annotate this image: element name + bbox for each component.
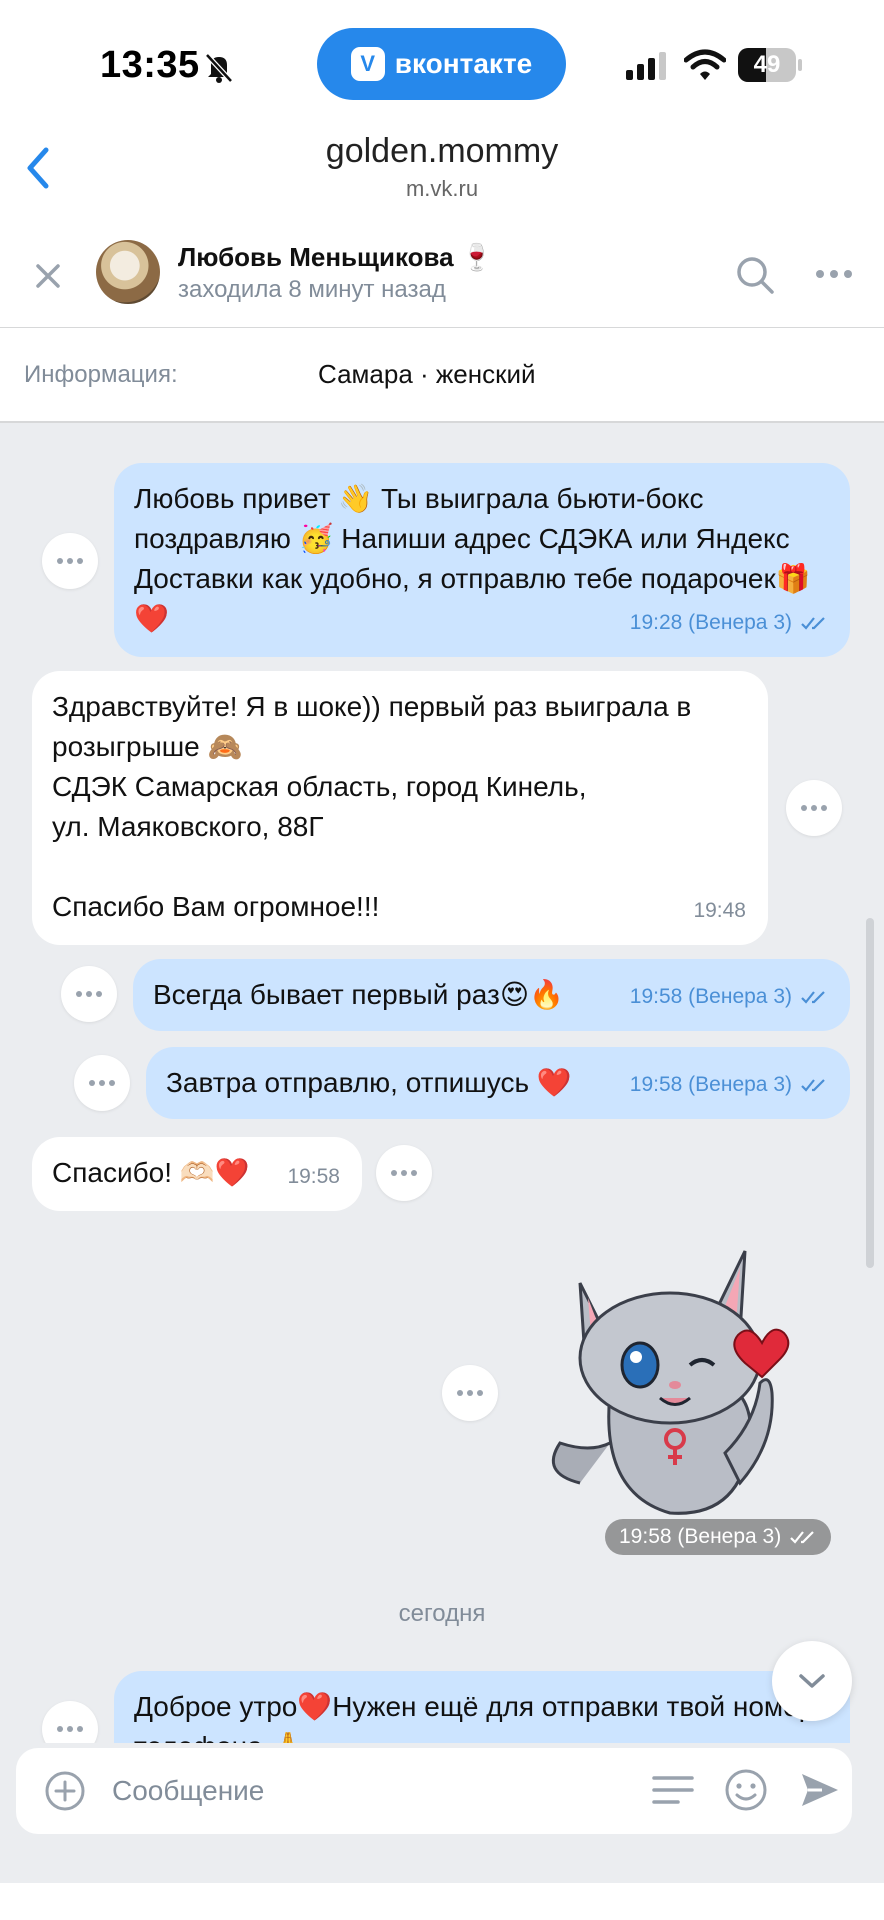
template-icon[interactable] xyxy=(652,1772,694,1808)
close-icon[interactable] xyxy=(30,258,66,294)
grey-cat-heart-sticker[interactable] xyxy=(540,1243,810,1533)
double-check-icon xyxy=(801,991,825,1004)
message-bubble-outgoing[interactable]: Всегда бывает первый раз😍🔥 19:58 (Венера… xyxy=(133,959,850,1031)
double-check-icon xyxy=(801,617,825,630)
sticker-meta: 19:58 (Венера 3) xyxy=(605,1519,832,1555)
date-divider: сегодня xyxy=(398,1600,486,1627)
message-meta: 19:58 (Венера 3) xyxy=(630,977,828,1017)
message-actions-button[interactable] xyxy=(442,1365,498,1421)
message-composer xyxy=(16,1748,852,1834)
message-time: 19:58 (Венера 3) xyxy=(619,1525,782,1548)
message-bubble-incoming[interactable]: Спасибо! 🫶🏻❤️ 19:58 xyxy=(32,1137,362,1211)
message-time: 19:58 xyxy=(287,1165,340,1188)
profile-info-row: Информация: Самара · женский xyxy=(0,329,884,423)
site-title: golden.mommy xyxy=(325,132,559,170)
browser-header: golden.mommy m.vk.ru xyxy=(0,118,884,224)
scroll-down-button[interactable] xyxy=(772,1641,852,1721)
message-time: 19:58 (Венера 3) xyxy=(629,1073,792,1096)
message-actions-button[interactable] xyxy=(42,533,98,589)
message-actions-button[interactable] xyxy=(376,1145,432,1201)
message-meta: 19:58 (Венера 3) xyxy=(630,1065,828,1105)
smile-icon[interactable] xyxy=(724,1768,768,1812)
avatar[interactable] xyxy=(96,240,160,304)
bottom-strip xyxy=(0,1883,884,1920)
message-time: 19:58 (Венера 3) xyxy=(629,985,792,1008)
message-actions-button[interactable] xyxy=(42,1701,98,1743)
message-text: Доброе утро❤️Нужен ещё для отправки твой… xyxy=(134,1691,815,1743)
info-label: Информация: xyxy=(24,361,178,388)
message-bubble-outgoing[interactable]: Доброе утро❤️Нужен ещё для отправки твой… xyxy=(114,1671,850,1743)
plus-icon[interactable] xyxy=(44,1770,86,1812)
status-time: 13:35 xyxy=(100,44,200,86)
double-check-icon xyxy=(790,1531,814,1544)
message-input[interactable] xyxy=(112,1766,632,1816)
more-icon[interactable] xyxy=(814,266,854,282)
message-actions-button[interactable] xyxy=(786,780,842,836)
contact-name[interactable]: Любовь Меньщикова 🍷 xyxy=(178,242,493,273)
message-meta: 19:48 xyxy=(693,891,746,931)
chevron-down-icon xyxy=(799,1674,825,1688)
vk-logo-icon: V xyxy=(350,47,385,81)
info-value: Самара · женский xyxy=(318,359,536,389)
contact-status: заходила 8 минут назад xyxy=(178,276,446,303)
site-url: m.vk.ru xyxy=(405,176,479,201)
message-time: 19:48 xyxy=(693,899,746,922)
battery-level: 49 xyxy=(753,51,781,78)
message-actions-button[interactable] xyxy=(74,1055,130,1111)
app-return-pill[interactable]: V вконтакте xyxy=(317,28,566,100)
message-actions-button[interactable] xyxy=(61,966,117,1022)
message-text: Здравствуйте! Я в шоке)) первый раз выиг… xyxy=(52,691,692,922)
scrollbar[interactable] xyxy=(866,918,874,1268)
send-icon[interactable] xyxy=(798,1768,842,1812)
signal-icon xyxy=(626,52,666,80)
message-bubble-outgoing[interactable]: Любовь привет 👋 Ты выиграла бьюти-бокс п… xyxy=(114,463,850,657)
message-meta: 19:58 xyxy=(287,1157,340,1197)
search-icon[interactable] xyxy=(734,254,776,296)
message-bubble-incoming[interactable]: Здравствуйте! Я в шоке)) первый раз выиг… xyxy=(32,671,768,945)
bell-slash-icon xyxy=(205,53,233,83)
message-time: 19:28 (Венера 3) xyxy=(629,611,792,634)
battery-icon: 49 xyxy=(738,48,802,82)
double-check-icon xyxy=(801,1079,825,1092)
app-pill-label: вконтакте xyxy=(394,48,533,79)
message-list[interactable]: Любовь привет 👋 Ты выиграла бьюти-бокс п… xyxy=(0,423,884,1743)
chat-header: Любовь Меньщикова 🍷 заходила 8 минут наз… xyxy=(0,224,884,328)
message-meta: 19:28 (Венера 3) xyxy=(630,603,828,643)
wifi-icon xyxy=(684,49,726,80)
message-bubble-outgoing[interactable]: Завтра отправлю, отпишусь ❤️ 19:58 (Вене… xyxy=(146,1047,850,1119)
status-bar: 13:35 V вконтакте 49 xyxy=(0,0,884,118)
